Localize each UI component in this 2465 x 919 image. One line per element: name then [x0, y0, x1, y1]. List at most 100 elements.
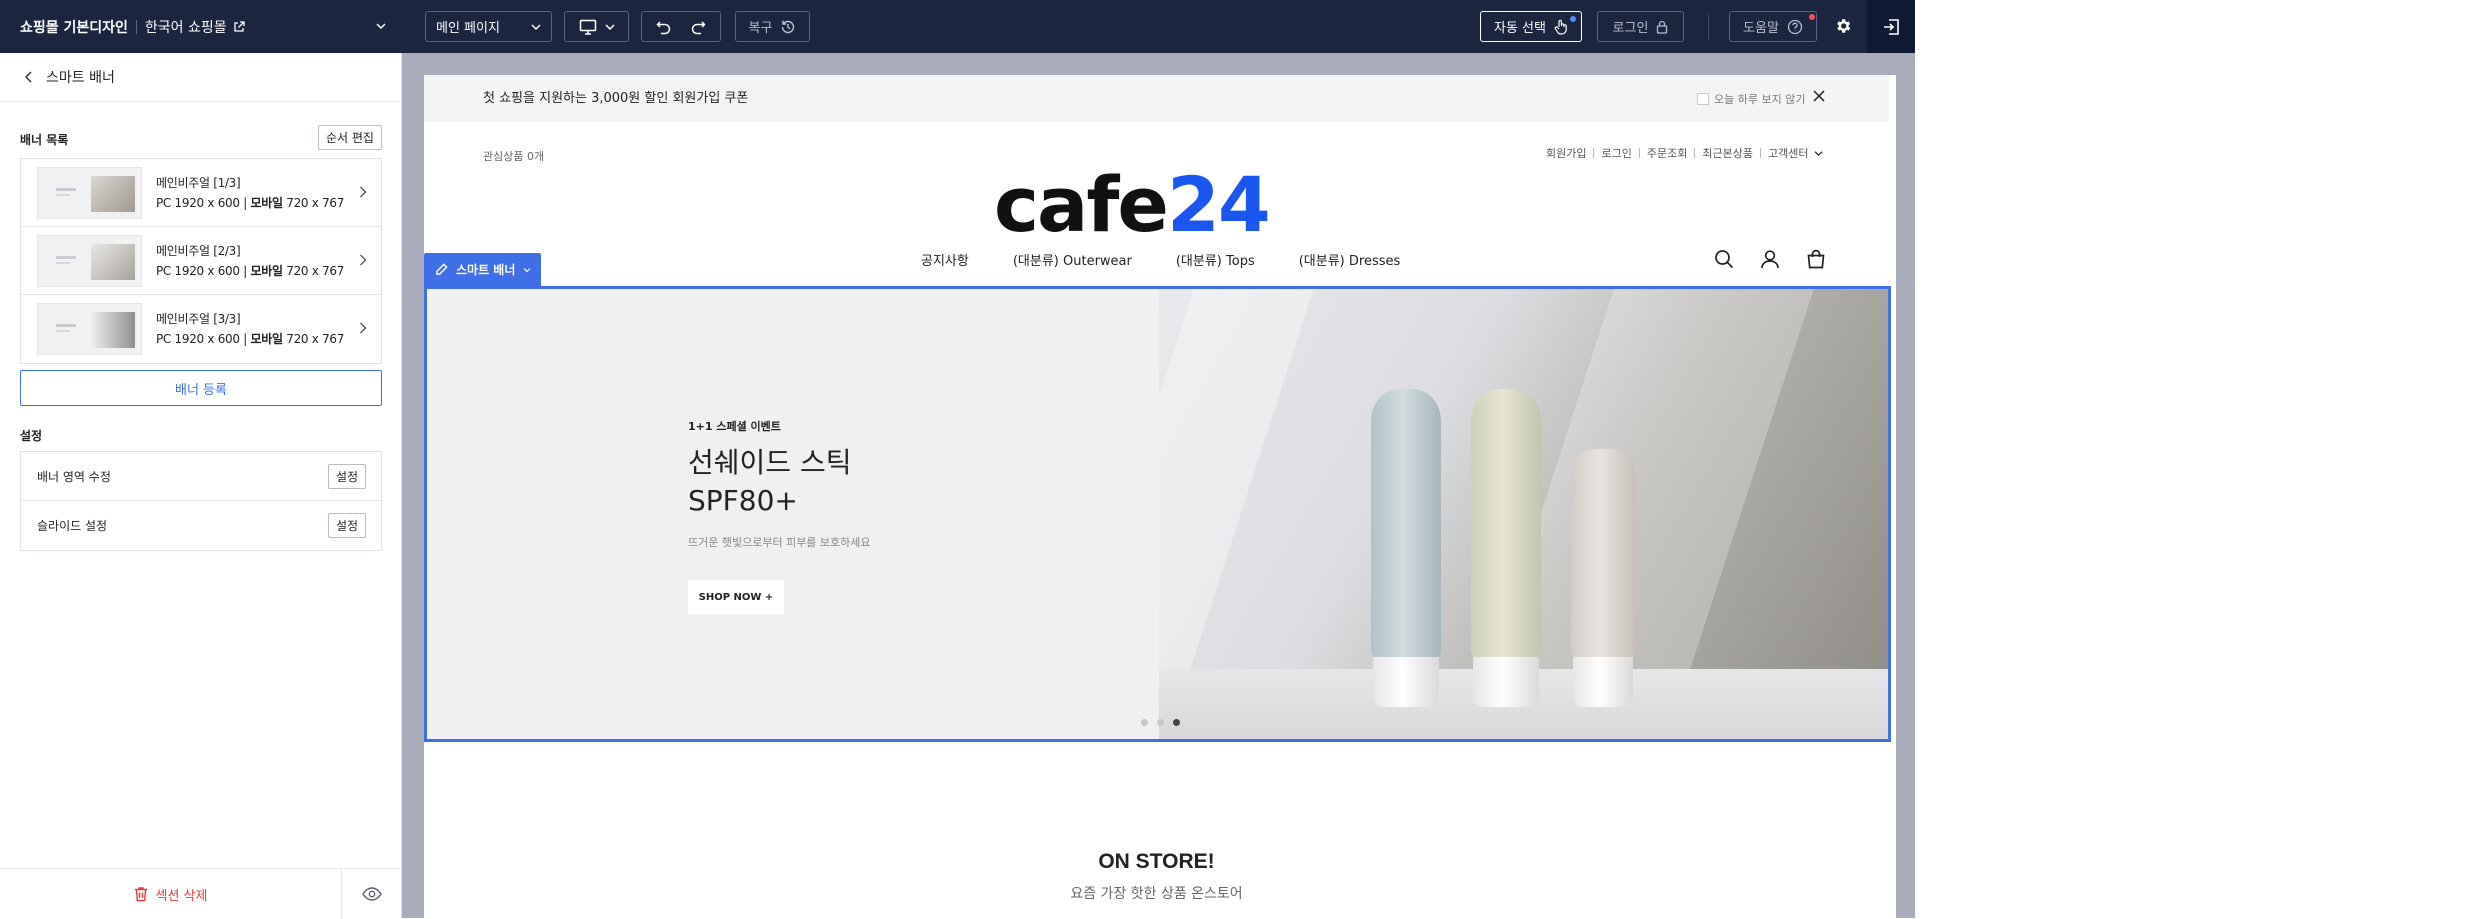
design-name: 쇼핑몰 기본디자인	[20, 19, 128, 36]
top-toolbar: 쇼핑몰 기본디자인 한국어 쇼핑몰 메인 페이지 복구 자동 선택 로그인 도움…	[0, 0, 1915, 53]
chevron-down-icon	[604, 23, 615, 30]
announcement-bar: 첫 쇼핑을 지원하는 3,000원 할인 회원가입 쿠폰 오늘 하루 보지 않기	[424, 75, 1889, 122]
product-cap	[1573, 657, 1633, 707]
hero-headline-line-1: 선쉐이드 스틱	[688, 446, 852, 479]
title-divider	[135, 19, 137, 34]
shop-title: 쇼핑몰 기본디자인 한국어 쇼핑몰	[20, 0, 245, 53]
hero-eyebrow: 1+1 스페셜 이벤트	[688, 420, 781, 433]
back-chevron-icon[interactable]	[24, 70, 34, 84]
product-bottle	[1371, 389, 1441, 659]
nav-item-dresses[interactable]: (대분류) Dresses	[1299, 250, 1401, 269]
eye-icon	[362, 887, 382, 901]
lock-icon	[1657, 20, 1668, 34]
redo-icon[interactable]	[690, 19, 706, 35]
hero-product-image	[1159, 289, 1888, 739]
slide-dot[interactable]	[1157, 719, 1164, 726]
banner-name: 메인비주얼 [3/3]	[156, 312, 241, 326]
cafe24-logo[interactable]: cafe24	[994, 171, 1324, 245]
settings-list: 배너 영역 수정 설정 슬라이드 설정 설정	[20, 451, 382, 551]
exit-editor-button[interactable]	[1867, 0, 1915, 53]
hero-text-area: 1+1 스페셜 이벤트 선쉐이드 스틱 SPF80+ 뜨거운 햇빛으로부터 피부…	[427, 289, 1159, 739]
banner-size: PC 1920 x 600 | 모바일 720 x 767	[156, 332, 345, 346]
banner-list: 메인비주얼 [1/3] PC 1920 x 600 | 모바일 720 x 76…	[20, 158, 382, 364]
nav-item-tops[interactable]: (대분류) Tops	[1176, 250, 1255, 269]
banner-item[interactable]: 메인비주얼 [3/3] PC 1920 x 600 | 모바일 720 x 76…	[21, 295, 381, 363]
hide-today-checkbox[interactable]	[1697, 93, 1709, 105]
shop-name: 한국어 쇼핑몰	[144, 19, 227, 36]
banner-item[interactable]: 메인비주얼 [1/3] PC 1920 x 600 | 모바일 720 x 76…	[21, 159, 381, 227]
banner-register-button[interactable]: 배너 등록	[20, 370, 382, 406]
user-icon[interactable]	[1760, 249, 1780, 269]
banner-thumbnail	[37, 234, 142, 287]
undo-redo-group	[641, 11, 721, 42]
settings-label: 설정	[20, 429, 43, 443]
panel-footer: 섹션 삭제	[0, 868, 402, 919]
smart-banner-label: 스마트 배너	[456, 263, 516, 277]
util-link-order[interactable]: 주문조회	[1647, 145, 1687, 161]
chevron-down-icon	[531, 23, 541, 30]
history-icon	[782, 20, 795, 33]
visibility-toggle[interactable]	[342, 869, 402, 919]
page-select-value: 메인 페이지	[436, 21, 500, 36]
shop-dropdown-chevron-icon[interactable]	[376, 22, 386, 30]
chevron-down-icon	[1814, 150, 1823, 156]
hero-subtitle: 뜨거운 햇빛으로부터 피부를 보호하세요	[688, 536, 871, 549]
preview-page: 첫 쇼핑을 지원하는 3,000원 할인 회원가입 쿠폰 오늘 하루 보지 않기…	[424, 75, 1896, 918]
product-cap	[1373, 657, 1439, 707]
order-edit-button[interactable]: 순서 편집	[318, 125, 382, 150]
shop-now-button[interactable]: SHOP NOW +	[688, 580, 784, 614]
product-bottle	[1571, 449, 1635, 659]
gear-icon[interactable]	[1834, 17, 1852, 35]
nav-item-notice[interactable]: 공지사항	[921, 250, 969, 269]
main-navigation: 공지사항 (대분류) Outerwear (대분류) Tops (대분류) Dr…	[921, 250, 1400, 269]
util-links: 회원가입 로그인 주문조회 최근본상품 고객센터	[1546, 145, 1823, 161]
hand-pointer-icon	[1554, 19, 1567, 35]
desktop-icon	[579, 19, 596, 35]
shop-link[interactable]: 한국어 쇼핑몰	[145, 17, 245, 37]
util-link-cs[interactable]: 고객센터	[1768, 145, 1808, 161]
nav-item-outerwear[interactable]: (대분류) Outerwear	[1013, 250, 1132, 269]
help-button[interactable]: 도움말	[1729, 11, 1817, 42]
login-button[interactable]: 로그인	[1597, 11, 1684, 42]
banner-item[interactable]: 메인비주얼 [2/3] PC 1920 x 600 | 모바일 720 x 76…	[21, 227, 381, 295]
util-link-join[interactable]: 회원가입	[1546, 145, 1586, 161]
toolbar-divider	[1708, 14, 1709, 40]
search-icon[interactable]	[1714, 249, 1734, 269]
setting-label: 슬라이드 설정	[37, 519, 108, 533]
page-select[interactable]: 메인 페이지	[425, 11, 552, 42]
setting-row-banner-area: 배너 영역 수정 설정	[21, 452, 381, 501]
mobile-label: 모바일	[250, 195, 284, 210]
device-select[interactable]	[564, 11, 629, 42]
util-link-login[interactable]: 로그인	[1601, 145, 1631, 161]
question-circle-icon	[1787, 19, 1803, 34]
auto-select-badge	[1570, 16, 1576, 22]
auto-select-label: 자동 선택	[1494, 21, 1546, 36]
setting-button[interactable]: 설정	[328, 464, 366, 489]
delete-section-button[interactable]: 섹션 삭제	[0, 869, 342, 919]
undo-icon[interactable]	[656, 19, 672, 35]
wishlist-count[interactable]: 관심상품 0개	[483, 148, 544, 164]
util-link-recent[interactable]: 최근본상품	[1702, 145, 1753, 161]
close-icon[interactable]	[1812, 89, 1826, 103]
hero-banner[interactable]: 1+1 스페셜 이벤트 선쉐이드 스틱 SPF80+ 뜨거운 햇빛으로부터 피부…	[424, 286, 1891, 742]
auto-select-button[interactable]: 자동 선택	[1480, 11, 1582, 42]
slide-dot[interactable]	[1141, 719, 1148, 726]
banner-size: PC 1920 x 600 | 모바일 720 x 767	[156, 263, 345, 278]
chevron-right-icon	[360, 186, 367, 198]
login-label: 로그인	[1612, 21, 1649, 36]
smart-banner-tag[interactable]: 스마트 배너	[424, 253, 541, 286]
shopping-bag-icon[interactable]	[1806, 249, 1826, 269]
announcement-text[interactable]: 첫 쇼핑을 지원하는 3,000원 할인 회원가입 쿠폰	[483, 75, 748, 122]
slide-indicator	[1141, 719, 1180, 726]
restore-label: 복구	[748, 21, 773, 36]
setting-button[interactable]: 설정	[328, 513, 366, 538]
setting-label: 배너 영역 수정	[37, 469, 111, 484]
banner-info: 메인비주얼 [1/3] PC 1920 x 600 | 모바일 720 x 76…	[156, 173, 344, 213]
mobile-label: 모바일	[250, 263, 284, 278]
banner-pc-size: PC 1920 x 600	[156, 332, 240, 346]
hide-today-label: 오늘 하루 보지 않기	[1714, 93, 1806, 106]
slide-dot-active[interactable]	[1173, 719, 1180, 726]
hide-today-option[interactable]: 오늘 하루 보지 않기	[1697, 91, 1805, 107]
restore-button[interactable]: 복구	[735, 11, 810, 42]
external-link-icon	[234, 20, 245, 32]
